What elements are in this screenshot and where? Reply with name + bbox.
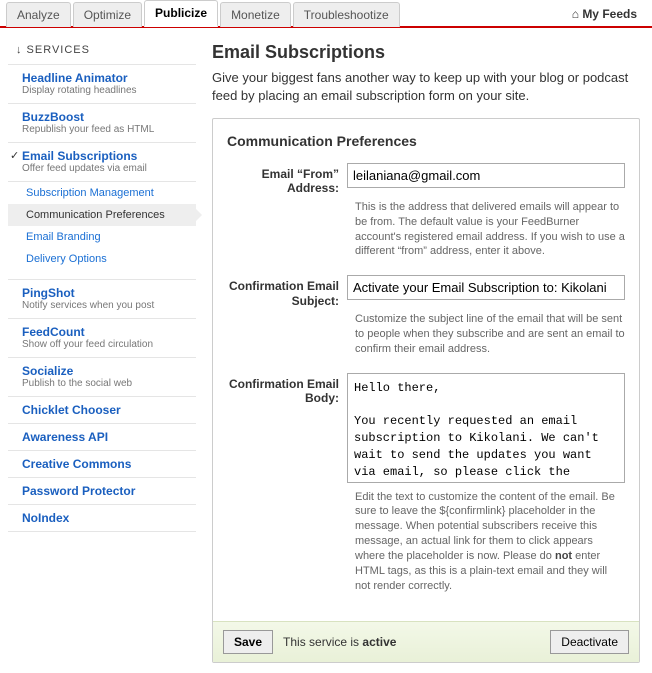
sidebar-item-desc: Republish your feed as HTML	[22, 124, 192, 136]
sidebar-item-noindex[interactable]: NoIndex	[8, 505, 196, 532]
top-tabs: Analyze Optimize Publicize Monetize Trou…	[0, 0, 652, 28]
sidebar-item-feedcount[interactable]: FeedCount Show off your feed circulation	[8, 319, 196, 358]
sidebar-item-title: Headline Animator	[22, 71, 192, 85]
confirmation-body-label: Confirmation Email Body:	[227, 373, 347, 486]
tab-monetize[interactable]: Monetize	[220, 2, 291, 27]
sidebar-item-desc: Notify services when you post	[22, 300, 192, 312]
save-button[interactable]: Save	[223, 630, 273, 654]
my-feeds-label: My Feeds	[582, 7, 637, 21]
my-feeds-link[interactable]: ⌂ My Feeds	[567, 2, 642, 26]
sidebar-item-awareness-api[interactable]: Awareness API	[8, 424, 196, 451]
sidebar-item-headline-animator[interactable]: Headline Animator Display rotating headl…	[8, 65, 196, 104]
sidebar-item-title: PingShot	[22, 286, 192, 300]
sidebar-item-title: NoIndex	[22, 511, 192, 525]
sidebar-item-title: BuzzBoost	[22, 110, 192, 124]
from-address-label: Email “From” Address:	[227, 163, 347, 196]
sidebar-item-desc: Offer feed updates via email	[22, 163, 192, 175]
sidebar-subitem-delivery-options[interactable]: Delivery Options	[8, 248, 196, 270]
confirmation-subject-input[interactable]	[347, 275, 625, 300]
sidebar-subitem-email-branding[interactable]: Email Branding	[8, 226, 196, 248]
tab-publicize[interactable]: Publicize	[144, 0, 218, 27]
sidebar-item-title: Chicklet Chooser	[22, 403, 192, 417]
confirmation-subject-label: Confirmation Email Subject:	[227, 275, 347, 308]
service-status: This service is active	[283, 635, 396, 649]
from-address-help: This is the address that delivered email…	[355, 200, 625, 259]
sidebar-item-password-protector[interactable]: Password Protector	[8, 478, 196, 505]
panel-title: Communication Preferences	[227, 133, 625, 149]
panel-footer: Save This service is active Deactivate	[213, 621, 639, 662]
tab-troubleshootize[interactable]: Troubleshootize	[293, 2, 400, 27]
sidebar-item-email-subscriptions[interactable]: Email Subscriptions Offer feed updates v…	[8, 143, 196, 182]
content: Email Subscriptions Give your biggest fa…	[200, 28, 652, 673]
sidebar-item-title: Creative Commons	[22, 457, 192, 471]
sidebar-item-chicklet-chooser[interactable]: Chicklet Chooser	[8, 397, 196, 424]
sidebar-item-desc: Display rotating headlines	[22, 85, 192, 97]
sidebar: ↓ SERVICES Headline Animator Display rot…	[0, 28, 200, 673]
sidebar-item-socialize[interactable]: Socialize Publish to the social web	[8, 358, 196, 397]
page-intro: Give your biggest fans another way to ke…	[212, 69, 640, 104]
home-icon: ⌂	[572, 7, 579, 21]
communication-preferences-panel: Communication Preferences Email “From” A…	[212, 118, 640, 663]
sidebar-item-creative-commons[interactable]: Creative Commons	[8, 451, 196, 478]
sidebar-subitem-communication-preferences[interactable]: Communication Preferences	[8, 204, 196, 226]
page-title: Email Subscriptions	[212, 42, 640, 63]
sidebar-item-title: FeedCount	[22, 325, 192, 339]
sidebar-item-title: Password Protector	[22, 484, 192, 498]
sidebar-item-buzzboost[interactable]: BuzzBoost Republish your feed as HTML	[8, 104, 196, 143]
sidebar-item-desc: Publish to the social web	[22, 378, 192, 390]
tab-analyze[interactable]: Analyze	[6, 2, 71, 27]
sidebar-heading: ↓ SERVICES	[8, 38, 196, 65]
tab-optimize[interactable]: Optimize	[73, 2, 142, 27]
sidebar-item-desc: Show off your feed circulation	[22, 339, 192, 351]
sidebar-item-title: Email Subscriptions	[22, 149, 192, 163]
sidebar-item-title: Awareness API	[22, 430, 192, 444]
confirmation-body-textarea[interactable]	[347, 373, 625, 483]
confirmation-body-help: Edit the text to customize the content o…	[355, 490, 625, 594]
sidebar-subitem-subscription-management[interactable]: Subscription Management	[8, 182, 196, 204]
from-address-input[interactable]	[347, 163, 625, 188]
sidebar-item-pingshot[interactable]: PingShot Notify services when you post	[8, 280, 196, 319]
sidebar-item-title: Socialize	[22, 364, 192, 378]
deactivate-button[interactable]: Deactivate	[550, 630, 629, 654]
confirmation-subject-help: Customize the subject line of the email …	[355, 312, 625, 357]
